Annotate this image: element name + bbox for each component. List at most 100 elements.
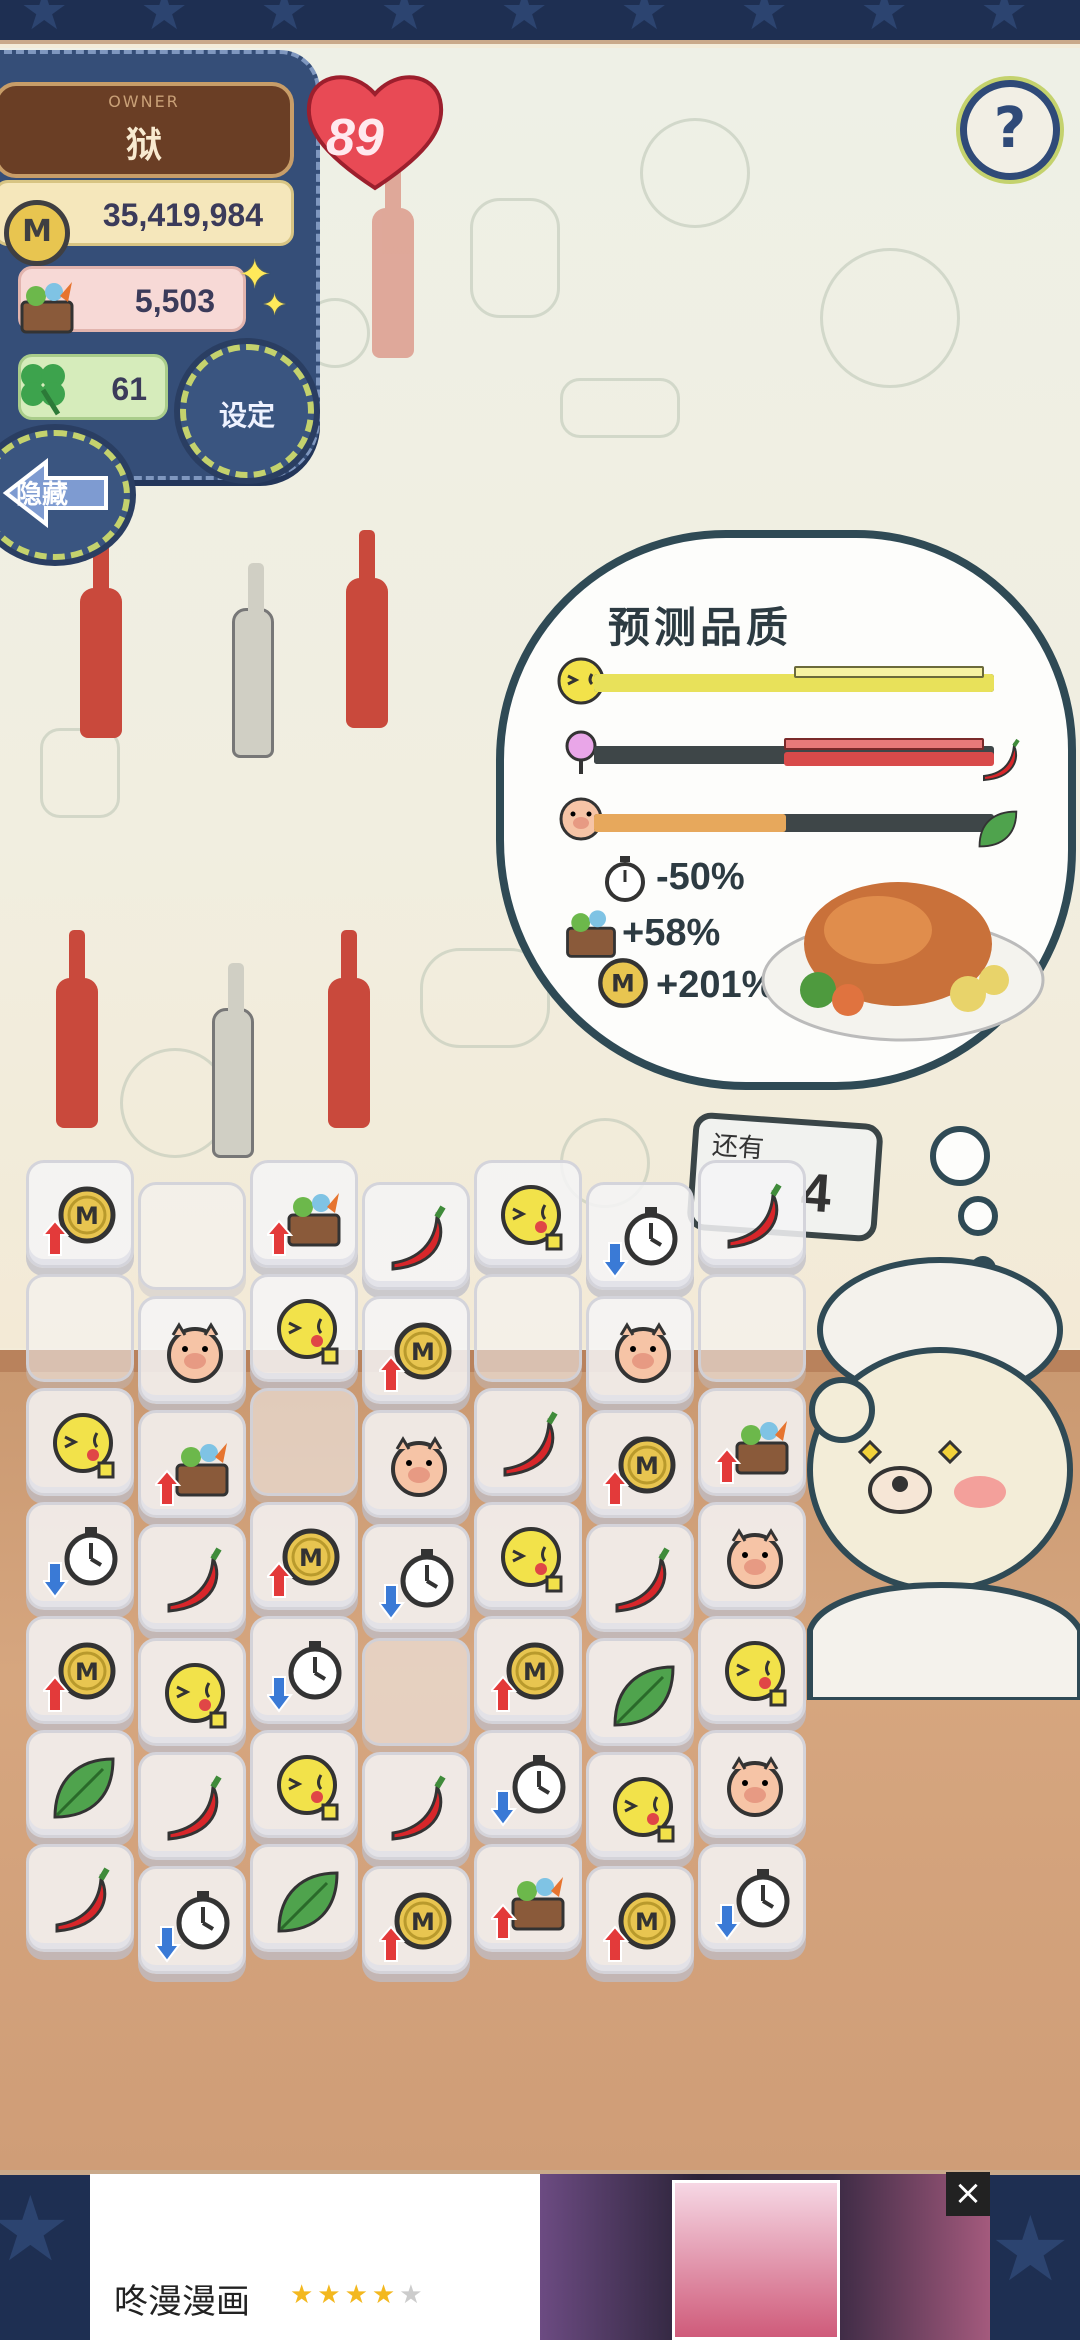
board-tile[interactable]	[586, 1296, 694, 1404]
settings-button[interactable]: 设定	[180, 344, 314, 478]
clover-icon	[21, 364, 65, 416]
settings-label: 设定	[218, 399, 275, 432]
empty-tile[interactable]	[26, 1274, 134, 1382]
board-tile[interactable]	[362, 1752, 470, 1860]
smiley-yum-icon	[725, 1641, 787, 1707]
svg-text:M: M	[611, 970, 635, 998]
stopwatch-icon	[379, 1549, 454, 1621]
board-tile[interactable]	[362, 1410, 470, 1518]
ad-close-button[interactable]: ×	[946, 2172, 990, 2216]
board-tile[interactable]	[698, 1160, 806, 1268]
board-tile[interactable]	[586, 1638, 694, 1746]
board-tile[interactable]	[474, 1502, 582, 1610]
chili-icon	[55, 1867, 110, 1933]
svg-text:M: M	[411, 1338, 435, 1366]
ingredient-basket-icon	[491, 1877, 565, 1940]
board-tile[interactable]	[698, 1502, 806, 1610]
board-tile[interactable]: M	[362, 1296, 470, 1404]
svg-text:M: M	[75, 1658, 99, 1686]
chili-icon	[167, 1547, 222, 1613]
svg-text:M: M	[523, 1658, 547, 1686]
svg-text:M: M	[635, 1908, 659, 1936]
board-tile[interactable]: M	[26, 1160, 134, 1268]
chili-icon	[391, 1205, 446, 1271]
svg-text:M: M	[411, 1908, 435, 1936]
board-tile[interactable]: M	[362, 1866, 470, 1974]
coin-icon: M	[598, 958, 648, 1008]
board-tile[interactable]	[474, 1730, 582, 1838]
leaf-icon	[53, 1757, 115, 1819]
board-tile[interactable]	[474, 1844, 582, 1952]
board-tile[interactable]	[586, 1524, 694, 1632]
board-tile[interactable]	[250, 1616, 358, 1724]
pig-icon	[167, 1322, 223, 1383]
ingredient-basket-icon	[566, 910, 616, 958]
board-tile[interactable]	[250, 1274, 358, 1382]
help-button[interactable]: ?	[960, 80, 1060, 180]
ad-banner[interactable]: 咚漫漫画 ★★★★★	[90, 2174, 990, 2340]
svg-text:M: M	[75, 1202, 99, 1230]
board-tile[interactable]	[26, 1730, 134, 1838]
board-tile[interactable]	[250, 1844, 358, 1952]
empty-tile[interactable]	[138, 1182, 246, 1290]
level-value: 89	[326, 109, 384, 167]
board-tile[interactable]: M	[250, 1502, 358, 1610]
board-tile[interactable]	[362, 1182, 470, 1290]
leaf-icon	[277, 1871, 339, 1933]
coin-icon: M	[603, 1892, 676, 1962]
board-tile[interactable]	[362, 1524, 470, 1632]
empty-tile[interactable]	[250, 1388, 358, 1496]
board-tile[interactable]	[26, 1844, 134, 1952]
board-tile[interactable]	[474, 1388, 582, 1496]
coin-icon: M	[379, 1892, 452, 1962]
board-tile[interactable]	[138, 1866, 246, 1974]
smiley-yum-icon	[501, 1527, 563, 1593]
board-tile[interactable]	[138, 1752, 246, 1860]
taste-quality-bar	[594, 666, 994, 700]
board-tile[interactable]	[26, 1502, 134, 1610]
board-tile[interactable]: M	[474, 1616, 582, 1724]
owner-nameplate: OWNER 狱	[0, 82, 294, 178]
top-star-strip: ★ ★ ★ ★ ★ ★ ★ ★ ★	[0, 0, 1080, 44]
board-tile[interactable]: M	[586, 1866, 694, 1974]
ingredient-basket-icon	[20, 282, 74, 334]
board-tile[interactable]: M	[26, 1616, 134, 1724]
chili-icon	[167, 1775, 222, 1841]
board-tile[interactable]	[250, 1730, 358, 1838]
empty-tile[interactable]	[474, 1274, 582, 1382]
board-tile[interactable]	[138, 1410, 246, 1518]
empty-tile[interactable]	[362, 1638, 470, 1746]
coin-icon: M	[379, 1322, 452, 1392]
stopwatch-icon	[603, 1207, 678, 1279]
stopwatch-icon	[715, 1869, 790, 1941]
board-tile[interactable]	[698, 1844, 806, 1952]
leaf-icon	[613, 1665, 675, 1727]
sweet-quality-bar	[594, 738, 994, 772]
empty-tile[interactable]	[698, 1274, 806, 1382]
board-tile[interactable]	[138, 1296, 246, 1404]
ingredient-basket-icon	[715, 1421, 789, 1484]
aroma-quality-bar	[594, 806, 994, 840]
board-tile[interactable]	[586, 1752, 694, 1860]
stopwatch-icon	[605, 856, 645, 902]
board-tile[interactable]	[250, 1160, 358, 1268]
board-tile[interactable]	[698, 1388, 806, 1496]
stopwatch-icon	[267, 1641, 342, 1713]
board-tile[interactable]	[698, 1616, 806, 1724]
board-tile[interactable]	[474, 1160, 582, 1268]
ingredient-board: M M M M M M M M	[26, 1160, 816, 2080]
board-tile[interactable]: M	[586, 1410, 694, 1518]
quality-prediction-bubble: 预测品质 -50% +58% M +201%	[496, 530, 1076, 1090]
chili-icon	[391, 1775, 446, 1841]
sparkle-icon: ✦	[262, 288, 288, 323]
chef-bear-character	[807, 1257, 1080, 1700]
board-tile[interactable]	[138, 1524, 246, 1632]
smiley-yum-icon	[613, 1777, 675, 1843]
board-tile[interactable]	[138, 1638, 246, 1746]
board-tile[interactable]	[586, 1182, 694, 1290]
board-tile[interactable]	[698, 1730, 806, 1838]
ingredient-basket-icon	[267, 1193, 341, 1256]
leaf-icon	[978, 810, 1018, 848]
prediction-title: 预测品质	[608, 603, 793, 652]
board-tile[interactable]	[26, 1388, 134, 1496]
